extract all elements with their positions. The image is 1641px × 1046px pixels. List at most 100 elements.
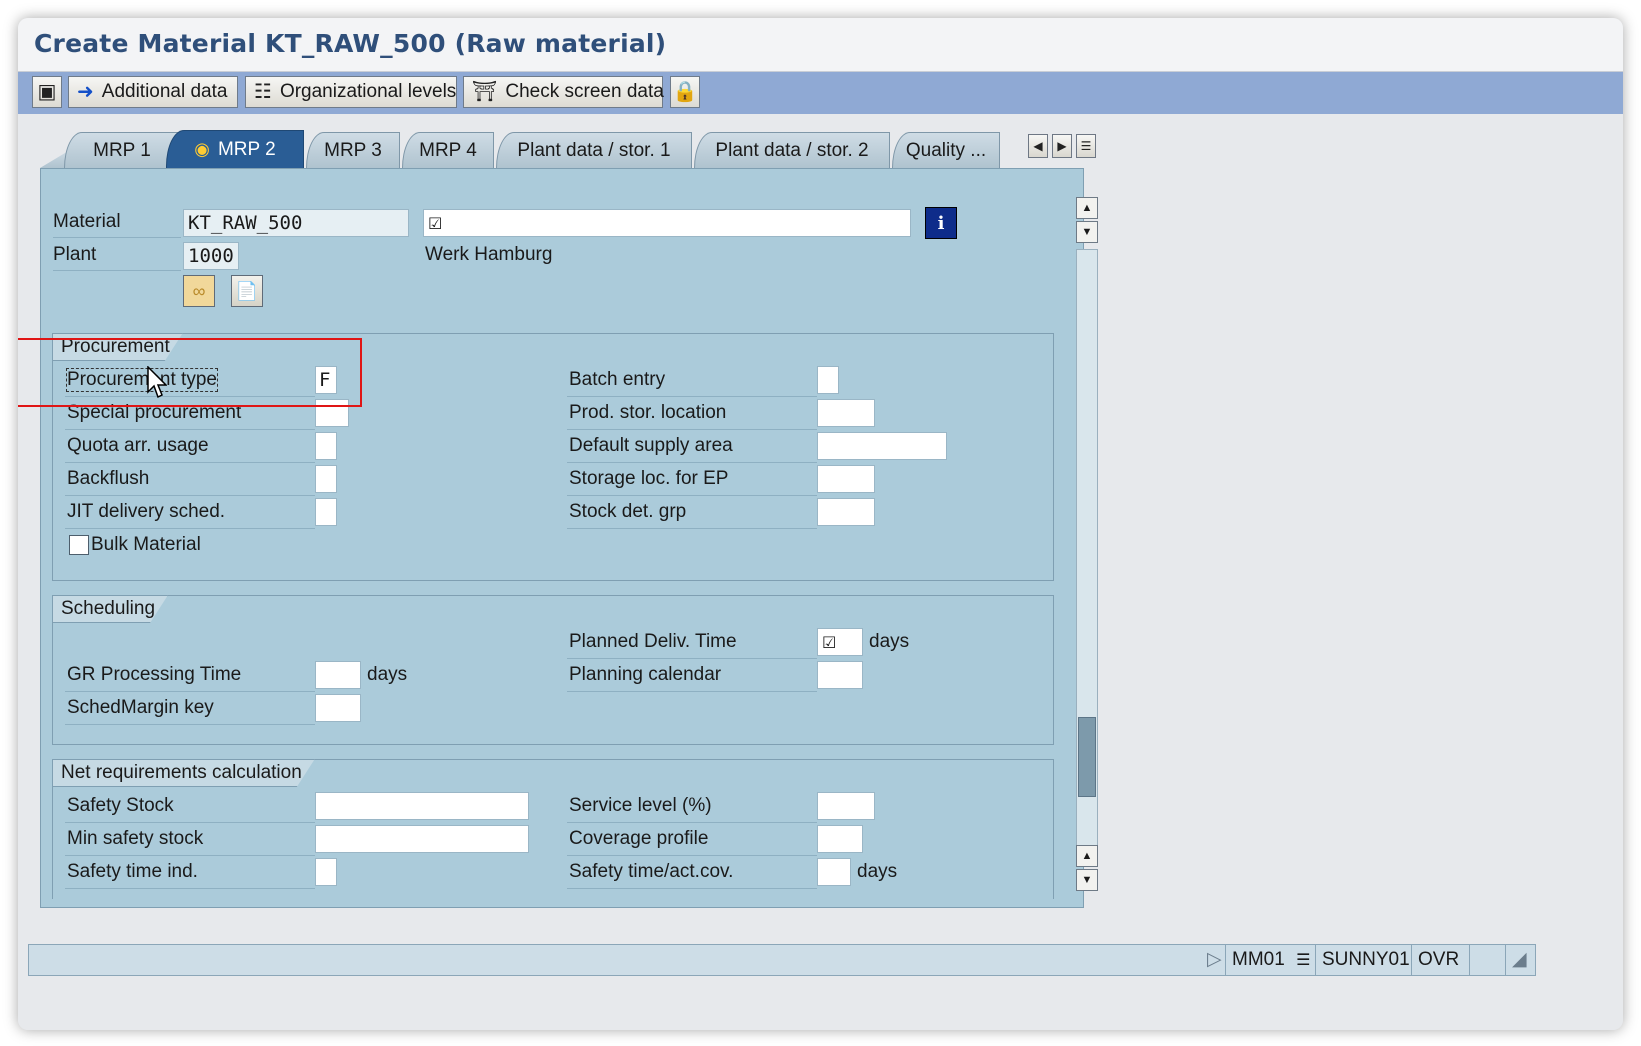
coverage-profile-field[interactable] [817, 825, 863, 853]
document-icon: 📄 [235, 280, 259, 301]
default-supply-area-label: Default supply area [569, 435, 733, 456]
tab-quality[interactable]: Quality ... [892, 132, 1000, 168]
lock-icon: 🔒 [672, 81, 698, 103]
label-underline [65, 855, 315, 856]
info-button[interactable]: i [925, 207, 957, 239]
new-document-button[interactable]: 📄 [231, 275, 263, 307]
tab-mrp2[interactable]: ◉ MRP 2 [166, 130, 304, 168]
triangle-right-icon: ▶ [1057, 139, 1067, 153]
label-underline [65, 462, 315, 463]
tab-mrp4[interactable]: MRP 4 [402, 132, 494, 168]
label-underline [567, 495, 817, 496]
safety-time-cov-field[interactable] [817, 858, 851, 886]
batch-entry-field[interactable] [817, 366, 839, 394]
prod-stor-location-label: Prod. stor. location [569, 402, 727, 423]
storage-loc-ep-field[interactable] [817, 465, 875, 493]
scheduling-group: Scheduling Planned Deliv. Time ☑ days GR… [52, 595, 1054, 745]
label-underline [567, 462, 817, 463]
hierarchy-icon: ☷ [254, 81, 272, 103]
bulk-material-checkbox[interactable] [69, 535, 89, 555]
plant-field[interactable]: 1000 [183, 242, 239, 270]
tab-scroll-right-button[interactable]: ▶ [1052, 134, 1072, 158]
schedmargin-key-field[interactable] [315, 694, 361, 722]
coverage-profile-label: Coverage profile [569, 828, 709, 849]
prod-stor-location-field[interactable] [817, 399, 875, 427]
triangle-left-icon: ◀ [1033, 139, 1043, 153]
scroll-down-button[interactable]: ▼ [1076, 221, 1098, 243]
tab-label: Plant data / stor. 2 [715, 139, 869, 161]
additional-data-label: Additional data [101, 81, 228, 102]
org-levels-button[interactable]: ☷ Organizational levels [245, 76, 457, 108]
tab-label: MRP 3 [324, 139, 382, 161]
tabstrip: MRP 1 ◉ MRP 2 MRP 3 MRP 4 Plant data / s… [40, 130, 1096, 168]
org-levels-label: Organizational levels [279, 81, 457, 102]
bulk-material-label: Bulk Material [91, 534, 201, 555]
display-button[interactable]: ∞ [183, 275, 215, 307]
backflush-label: Backflush [67, 468, 150, 489]
label-underline [65, 691, 315, 692]
additional-data-button[interactable]: ➜ Additional data [68, 76, 238, 108]
tab-content-mrp2: Material KT_RAW_500 ☑ i Plant 1000 Werk … [40, 168, 1098, 908]
label-underline [567, 822, 817, 823]
default-supply-area-field[interactable] [817, 432, 947, 460]
triangle-up-icon: ▲ [1081, 850, 1093, 862]
label-underline [65, 528, 315, 529]
planned-deliv-label: Planned Deliv. Time [569, 631, 737, 652]
annotation-box [164, 338, 362, 407]
tab-plant-data-stor1[interactable]: Plant data / stor. 1 [496, 132, 692, 168]
tab-scroll-left-button[interactable]: ◀ [1028, 134, 1048, 158]
backflush-field[interactable] [315, 465, 337, 493]
tab-mrp1[interactable]: MRP 1 [64, 132, 180, 168]
transaction-code-text: MM01 [1232, 949, 1285, 970]
required-check-icon: ☑ [428, 214, 443, 233]
scroll-page-up-button[interactable]: ▲ [1076, 845, 1098, 867]
plant-name: Werk Hamburg [425, 244, 553, 265]
status-empty-cell [1469, 945, 1505, 975]
window-title: Create Material KT_RAW_500 (Raw material… [34, 29, 667, 58]
scroll-page-down-button[interactable]: ▼ [1076, 869, 1098, 891]
service-level-label: Service level (%) [569, 795, 712, 816]
stock-det-grp-field[interactable] [817, 498, 875, 526]
quota-usage-field[interactable] [315, 432, 337, 460]
triangle-down-icon: ▼ [1081, 874, 1093, 886]
vertical-scrollbar[interactable]: ▲ ▼ ▲ ▼ [1076, 197, 1098, 891]
tab-mrp3[interactable]: MRP 3 [306, 132, 400, 168]
lock-button[interactable]: 🔒 [670, 76, 700, 108]
user-name: SUNNY01 [1315, 945, 1411, 975]
planned-deliv-field[interactable]: ☑ [817, 628, 863, 656]
jit-delivery-label: JIT delivery sched. [67, 501, 226, 522]
list-icon: ☰ [1080, 139, 1092, 153]
screen-area: MRP 1 ◉ MRP 2 MRP 3 MRP 4 Plant data / s… [18, 114, 1623, 1030]
jit-delivery-field[interactable] [315, 498, 337, 526]
annotation-line-top [18, 338, 164, 340]
check-screen-icon: ⛩ [472, 81, 498, 103]
safety-time-cov-label: Safety time/act.cov. [569, 861, 734, 882]
net-requirements-group: Net requirements calculation Safety Stoc… [52, 759, 1054, 899]
safety-stock-field[interactable] [315, 792, 529, 820]
tab-list-button[interactable]: ☰ [1076, 134, 1096, 158]
material-field[interactable]: KT_RAW_500 [183, 209, 409, 237]
safety-stock-label: Safety Stock [67, 795, 174, 816]
service-level-field[interactable] [817, 792, 875, 820]
glasses-icon: ∞ [192, 280, 206, 301]
scroll-up-button[interactable]: ▲ [1076, 197, 1098, 219]
status-expand-icon[interactable]: ▷ [1205, 945, 1227, 975]
scroll-thumb[interactable] [1078, 717, 1096, 797]
check-screen-button[interactable]: ⛩ Check screen data [463, 76, 664, 108]
select-views-button[interactable]: ▣ [32, 76, 62, 108]
tab-label: Quality ... [905, 139, 987, 161]
planning-calendar-field[interactable] [817, 661, 863, 689]
insert-mode: OVR [1411, 945, 1469, 975]
gr-processing-field[interactable] [315, 661, 361, 689]
material-label: Material [53, 211, 121, 232]
tab-plant-data-stor2[interactable]: Plant data / stor. 2 [694, 132, 890, 168]
material-description-field[interactable]: ☑ [423, 209, 911, 237]
safety-time-ind-label: Safety time ind. [67, 861, 198, 882]
min-safety-stock-field[interactable] [315, 825, 529, 853]
resize-grip-icon[interactable]: ◢ [1505, 945, 1537, 975]
label-underline [567, 888, 817, 889]
min-safety-stock-label: Min safety stock [67, 828, 204, 849]
info-icon: i [937, 212, 945, 234]
safety-time-ind-field[interactable] [315, 858, 337, 886]
sap-window: Create Material KT_RAW_500 (Raw material… [18, 18, 1623, 1030]
